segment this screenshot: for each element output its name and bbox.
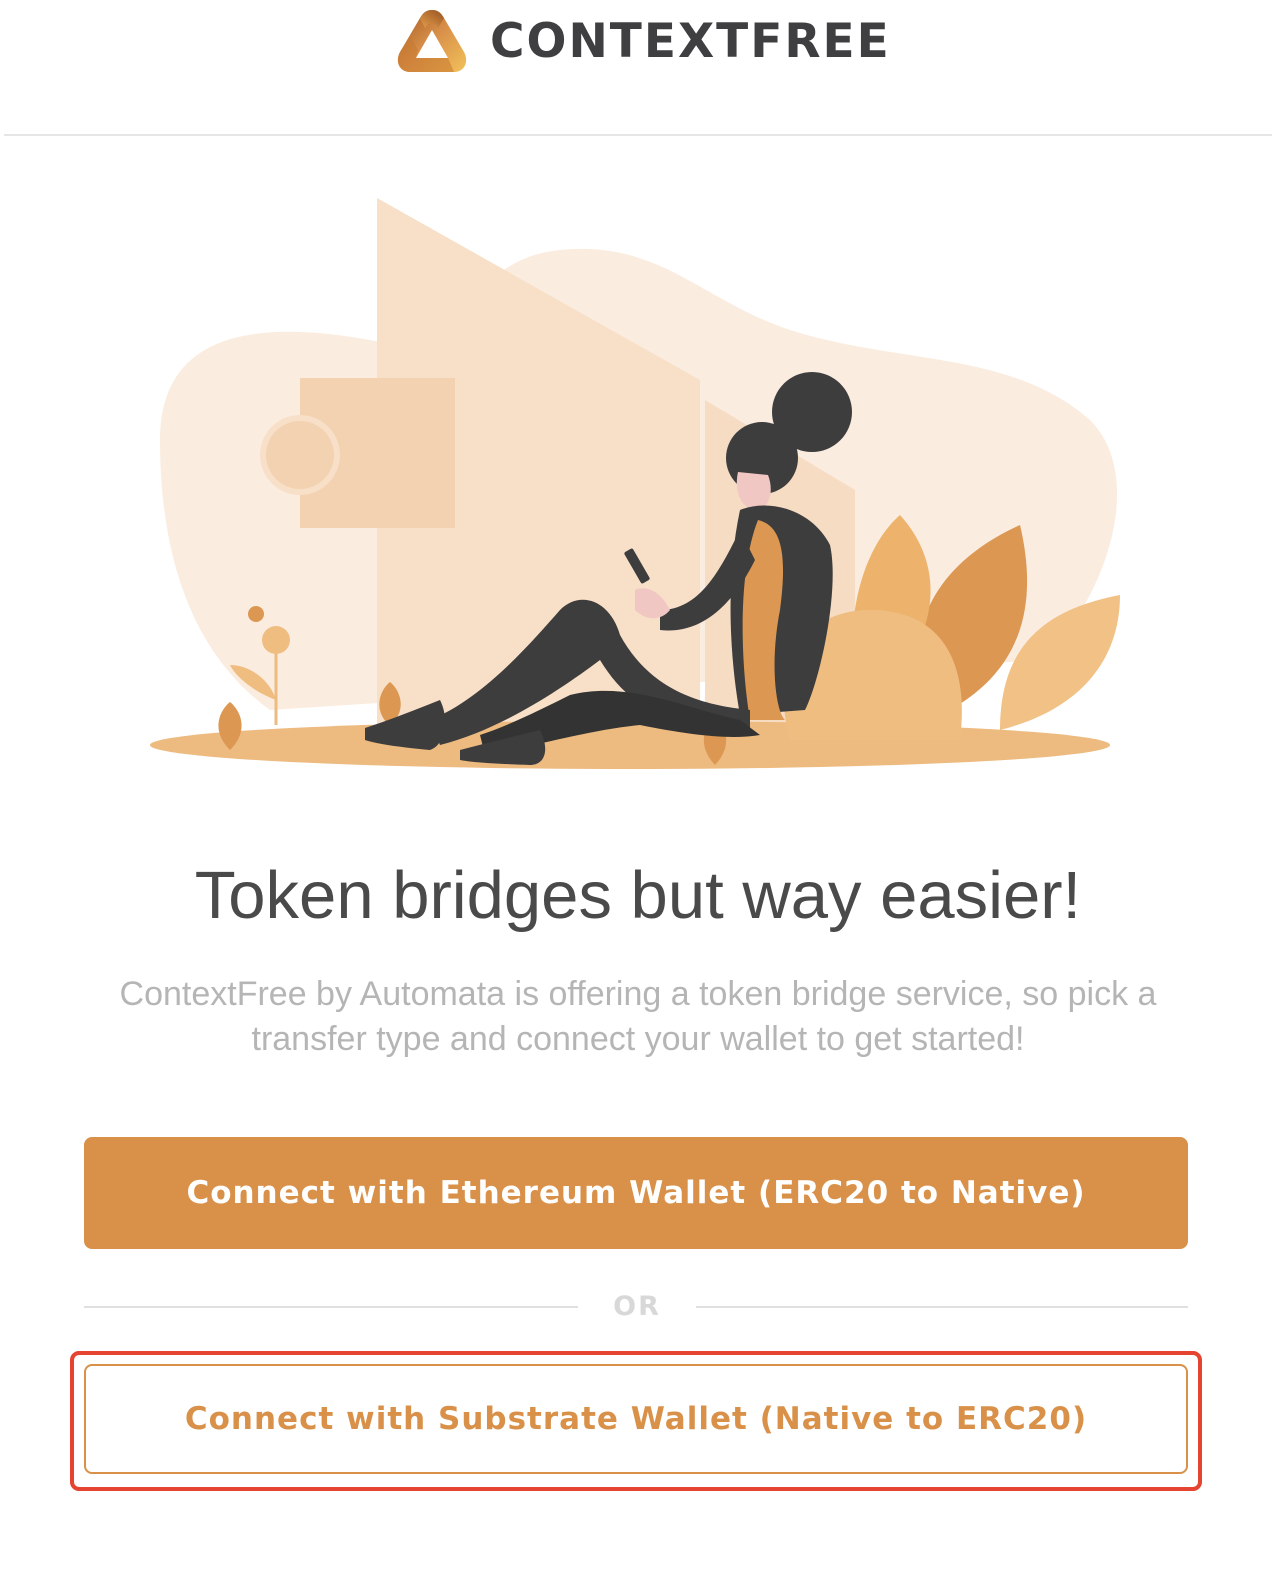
separator-line-left [84,1306,578,1308]
building-circle-inner [266,421,334,489]
plant-flower-small [248,606,264,622]
contextfree-triangle-logo-icon [397,10,467,72]
connect-ethereum-wallet-button[interactable]: Connect with Ethereum Wallet (ERC20 to N… [84,1137,1188,1249]
brand-name: CONTEXTFREE [490,14,891,69]
woman-sitting-with-phone-illustration [150,198,1120,769]
brand-logo[interactable]: CONTEXTFREE [394,6,891,78]
page-headline: Token bridges but way easier! [194,858,1082,933]
page-subtitle: ContextFree by Automata is offering a to… [119,975,1157,1058]
header-divider [4,134,1272,136]
plant-flower-big [262,626,290,654]
or-separator-label: OR [613,1291,661,1322]
header: CONTEXTFREE [0,0,1276,136]
connect-substrate-wallet-button[interactable]: Connect with Substrate Wallet (Native to… [84,1364,1188,1474]
ground-ellipse [150,721,1110,769]
separator-line-right [696,1306,1188,1308]
